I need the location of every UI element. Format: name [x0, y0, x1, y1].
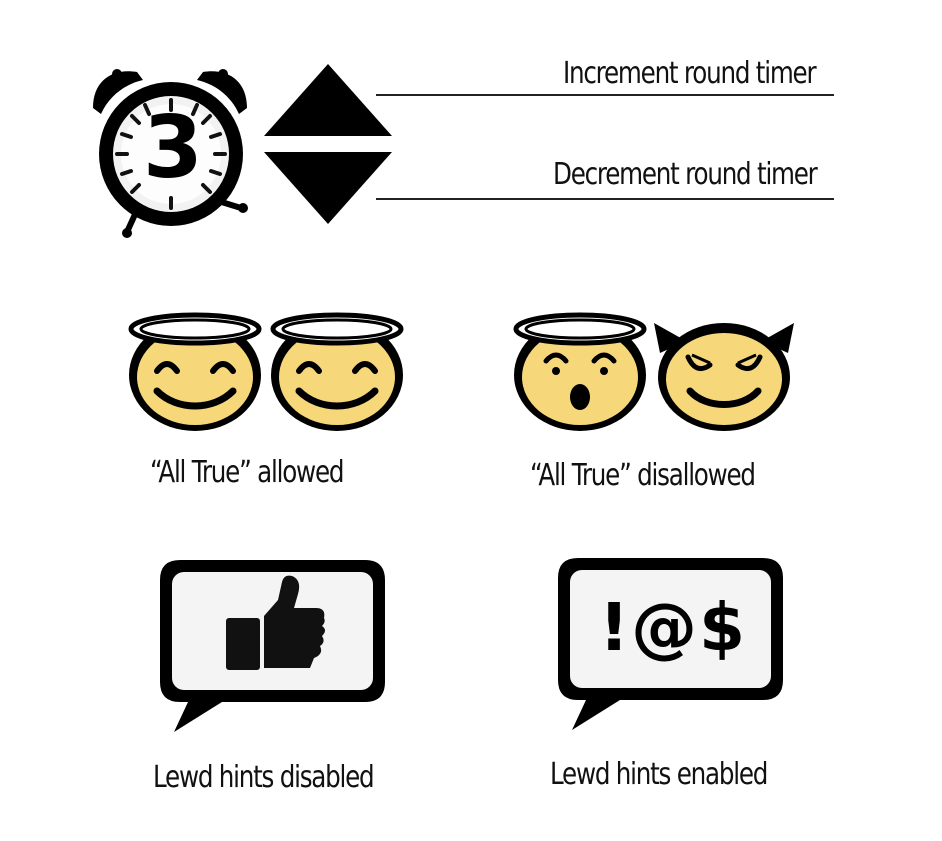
timer-digit: 3: [143, 98, 203, 198]
all-true-disallowed-icon: [510, 305, 800, 435]
devil-emoji-icon: [654, 323, 794, 431]
increment-arrow-icon[interactable]: [264, 64, 392, 136]
lewd-hints-disabled-label: Lewd hints disabled: [153, 760, 375, 795]
speech-bubble-symbols-icon: !@$: [558, 558, 783, 738]
lewd-hints-enabled-label: Lewd hints enabled: [550, 757, 768, 792]
decrement-leader-line: [376, 198, 834, 200]
all-true-allowed-icon: [125, 305, 405, 435]
increment-leader-line: [376, 94, 834, 96]
speech-bubble-thumbs-up-icon: [160, 560, 385, 740]
symbols-text: !@$: [598, 589, 748, 666]
decrement-arrow-icon[interactable]: [264, 152, 392, 224]
all-true-allowed-label: “All True” allowed: [150, 455, 344, 490]
surprised-angel-emoji-icon: [513, 312, 647, 431]
alarm-clock-icon: 3: [85, 50, 255, 240]
decrement-timer-label: Decrement round timer: [553, 157, 818, 192]
all-true-disallowed-label: “All True” disallowed: [530, 458, 756, 493]
increment-timer-label: Increment round timer: [563, 56, 817, 91]
